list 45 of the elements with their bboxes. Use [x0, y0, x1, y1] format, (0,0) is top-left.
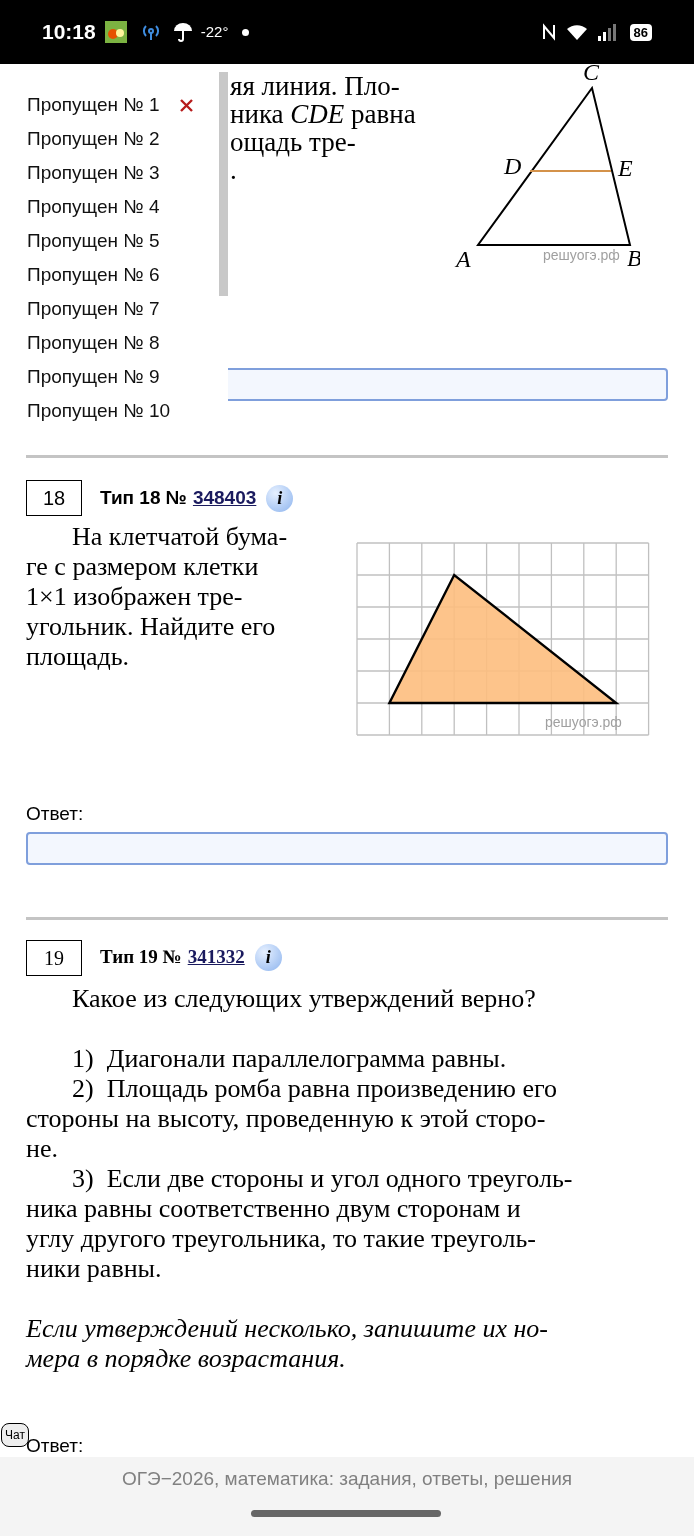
clock: 10:18 [42, 19, 96, 46]
info-button[interactable]: i [254, 944, 282, 971]
statement-text: 3) Если две стороны и угол одного треуголь- ника равны соответственно двум сторонам и углу другого треугольника, то такие треуголь- ники равны. [26, 1163, 574, 1284]
statement-text: 2) Площадь ромба равна произведению его стороны на высоту, проведенную к этой сторо- не. [26, 1073, 559, 1164]
task-number: 19 [26, 939, 82, 976]
skipped-task-link[interactable]: Пропущен № 7 [27, 294, 160, 324]
vertex-label: E [618, 155, 633, 181]
vertex-label: C [583, 64, 599, 85]
answer-label: Ответ: [26, 1434, 84, 1458]
skipped-task-link[interactable]: Пропущен № 5 [27, 226, 160, 256]
skipped-task-link[interactable]: Пропущен № 3 [27, 158, 160, 188]
task-type-label: Тип 18 № [100, 485, 187, 510]
nfc-icon [541, 23, 556, 41]
task-id-link[interactable]: 348403 [192, 483, 257, 513]
instruction-text: Если утверждений несколько, запишите их но- мера в порядке возрастания. [26, 1313, 550, 1374]
task-id-link[interactable]: 341332 [187, 943, 245, 972]
skipped-task-link[interactable]: Пропущен № 1 [27, 90, 160, 120]
task-type-label: Тип 19 № [100, 945, 182, 970]
app-icon [104, 21, 127, 43]
statement-text: 1) Диагонали параллелограмма равны. [71, 1043, 508, 1074]
question-text: Какое из следующих утверждений верно? [71, 983, 537, 1014]
problem-text: яя линия. Пло- ника CDE равна ощадь тре- . [230, 70, 417, 187]
vertex-label: A [456, 246, 471, 272]
skipped-task-link[interactable]: Пропущен № 4 [27, 192, 160, 222]
skipped-task-link[interactable]: Пропущен № 8 [27, 328, 160, 358]
problem-text: На клетчатой бума- ге с размером клетки 1×1 изображен тре- угольник. Найдите его площадь. [26, 522, 289, 673]
answer-label: Ответ: [26, 802, 85, 826]
footer-title: ОГЭ−2026, математика: задания, ответы, решения [120, 1467, 574, 1491]
wifi-icon [565, 23, 588, 41]
skipped-task-link[interactable]: Пропущен № 9 [27, 362, 160, 392]
skipped-task-link[interactable]: Пропущен № 6 [27, 260, 160, 290]
hotspot-icon [140, 23, 161, 41]
close-icon[interactable] [179, 98, 193, 112]
watermark: решуогэ.рф [543, 247, 620, 263]
vertex-label: D [504, 153, 522, 179]
temperature: -22° [200, 21, 229, 42]
umbrella-icon [172, 22, 193, 42]
skipped-task-link[interactable]: Пропущен № 10 [27, 396, 171, 426]
answer-field[interactable] [26, 831, 668, 865]
signal-icon [597, 23, 618, 41]
task-number: 18 [26, 480, 82, 516]
skipped-task-link[interactable]: Пропущен № 2 [27, 124, 160, 154]
info-button[interactable]: i [266, 484, 294, 512]
battery-indicator: 86 [629, 23, 652, 41]
scrollbar[interactable] [219, 72, 228, 296]
